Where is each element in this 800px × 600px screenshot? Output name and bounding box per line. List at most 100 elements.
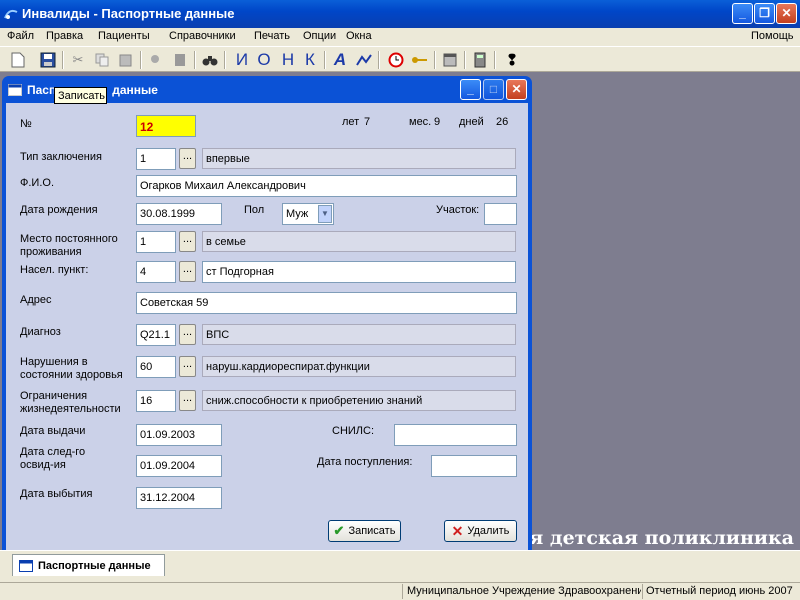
menu-file[interactable]: Файл [7,30,34,42]
diagnosis-code[interactable]: Q21.1 [136,324,176,346]
menu-patients[interactable]: Пациенты [98,30,150,42]
restrictions-lookup-button[interactable]: ... [179,390,196,411]
sex-value: Муж [286,208,309,220]
window-icon [8,84,22,96]
residence-code[interactable]: 1 [136,231,176,253]
clock-icon[interactable] [386,50,406,70]
status-bar: Муниципальное Учреждение Здравоохранени … [0,582,800,600]
tab-passport-data[interactable]: Паспортные данные [12,554,165,576]
cut-icon[interactable]: ✂ [68,50,88,70]
paste-icon[interactable] [116,50,136,70]
toolbar-o-button[interactable]: О [254,50,274,70]
age-years: 7 [364,116,371,128]
menu-bar: Файл Правка Пациенты Справочники Печать … [0,28,800,46]
number-field[interactable]: 12 [136,115,196,137]
restrictions-code[interactable]: 16 [136,390,176,412]
help-icon[interactable]: ❢ [502,50,522,70]
passport-form: № 12 лет 7 мес. 9 дней 26 Тип заключения… [6,103,528,552]
conclusion-type-code[interactable]: 1 [136,148,176,170]
age-years-label: лет [342,116,360,128]
child-maximize-button[interactable]: □ [483,79,504,100]
toolbar: ✂ И О Н К А ❢ [0,46,800,72]
save-tooltip: Записать [54,87,107,104]
birth-date-field[interactable]: 30.08.1999 [136,203,222,225]
exit-date-field[interactable]: 31.12.2004 [136,487,222,509]
district-field[interactable] [484,203,517,225]
delete-button[interactable]: ✕ Удалить [444,520,517,542]
diagnosis-label: Диагноз [20,326,61,338]
health-violations-lookup-button[interactable]: ... [179,356,196,377]
copy-icon[interactable] [92,50,112,70]
app-title: Инвалиды - Паспортные данные [22,6,235,21]
health-violations-code[interactable]: 60 [136,356,176,378]
residence-label-line1: Место постоянного [20,233,118,245]
restrictions-text: сниж.способности к приобретению знаний [202,390,516,411]
child-close-button[interactable]: ✕ [506,79,527,100]
issue-date-label: Дата выдачи [20,425,86,437]
chart-icon[interactable] [354,50,374,70]
passport-data-window: Пасп данные _ □ ✕ № 12 лет 7 мес. 9 дней … [2,76,532,552]
next-exam-field[interactable]: 01.09.2004 [136,455,222,477]
snils-label: СНИЛС: [332,425,375,437]
delete-x-icon: ✕ [451,522,464,539]
chevron-down-icon[interactable]: ▼ [318,205,332,223]
locality-code[interactable]: 4 [136,261,176,283]
age-days: 26 [496,116,509,128]
find-icon[interactable] [146,50,166,70]
health-violations-label-line2: состоянии здоровья [20,369,123,381]
locality-text[interactable]: ст Подгорная [202,261,516,283]
child-minimize-button[interactable]: _ [460,79,481,100]
health-violations-label-line1: Нарушения в [20,356,88,368]
binoculars-icon[interactable] [200,50,220,70]
fio-field[interactable]: Огарков Михаил Александрович [136,175,517,197]
sex-select[interactable]: Муж ▼ [282,203,334,225]
menu-references[interactable]: Справочники [169,30,236,42]
minimize-button[interactable]: _ [732,3,753,24]
conclusion-type-text: впервые [202,148,516,169]
snils-field[interactable] [394,424,517,446]
arrival-date-label: Дата поступления: [317,456,413,468]
arrival-date-field[interactable] [431,455,517,477]
health-violations-text: наруш.кардиореспират.функции [202,356,516,377]
status-institution: Муниципальное Учреждение Здравоохранени [407,585,641,597]
save-icon[interactable] [38,50,58,70]
address-field[interactable]: Советская 59 [136,292,517,314]
age-months: 9 [434,116,441,128]
status-period: Отчетный период июнь 2007 [646,585,793,597]
close-button[interactable]: ✕ [776,3,797,24]
restore-button[interactable]: ❐ [754,3,775,24]
issue-date-field[interactable]: 01.09.2003 [136,424,222,446]
menu-windows[interactable]: Окна [346,30,372,42]
toolbar-a-button[interactable]: А [330,50,350,70]
exit-date-label: Дата выбытия [20,488,93,500]
window-icon[interactable] [440,50,460,70]
save-button[interactable]: ✔ Записать [328,520,401,542]
conclusion-type-lookup-button[interactable]: ... [179,148,196,169]
key-icon[interactable] [410,50,430,70]
menu-edit[interactable]: Правка [46,30,83,42]
fio-label: Ф.И.О. [20,177,54,189]
restrictions-label-line2: жизнедеятельности [20,403,121,415]
birth-date-label: Дата рождения [20,204,98,216]
toolbar-i-button[interactable]: И [232,50,252,70]
calculator-icon[interactable] [470,50,490,70]
locality-lookup-button[interactable]: ... [179,261,196,282]
toolbar-k-button[interactable]: К [300,50,320,70]
window-icon [19,559,33,572]
number-label: № [20,118,32,130]
residence-lookup-button[interactable]: ... [179,231,196,252]
menu-options[interactable]: Опции [303,30,336,42]
diagnosis-text: ВПС [202,324,516,345]
locality-label: Насел. пункт: [20,264,89,276]
menu-print[interactable]: Печать [254,30,290,42]
new-document-icon[interactable] [8,50,28,70]
diagnosis-lookup-button[interactable]: ... [179,324,196,345]
checkmark-icon: ✔ [333,523,345,538]
document-icon[interactable] [170,50,190,70]
next-exam-label-line1: Дата след-го [20,446,86,458]
menu-help[interactable]: Помощь [751,30,794,42]
toolbar-n-button[interactable]: Н [278,50,298,70]
residence-label-line2: проживания [20,246,82,258]
residence-text: в семье [202,231,516,252]
child-title: Пасп [27,83,57,97]
